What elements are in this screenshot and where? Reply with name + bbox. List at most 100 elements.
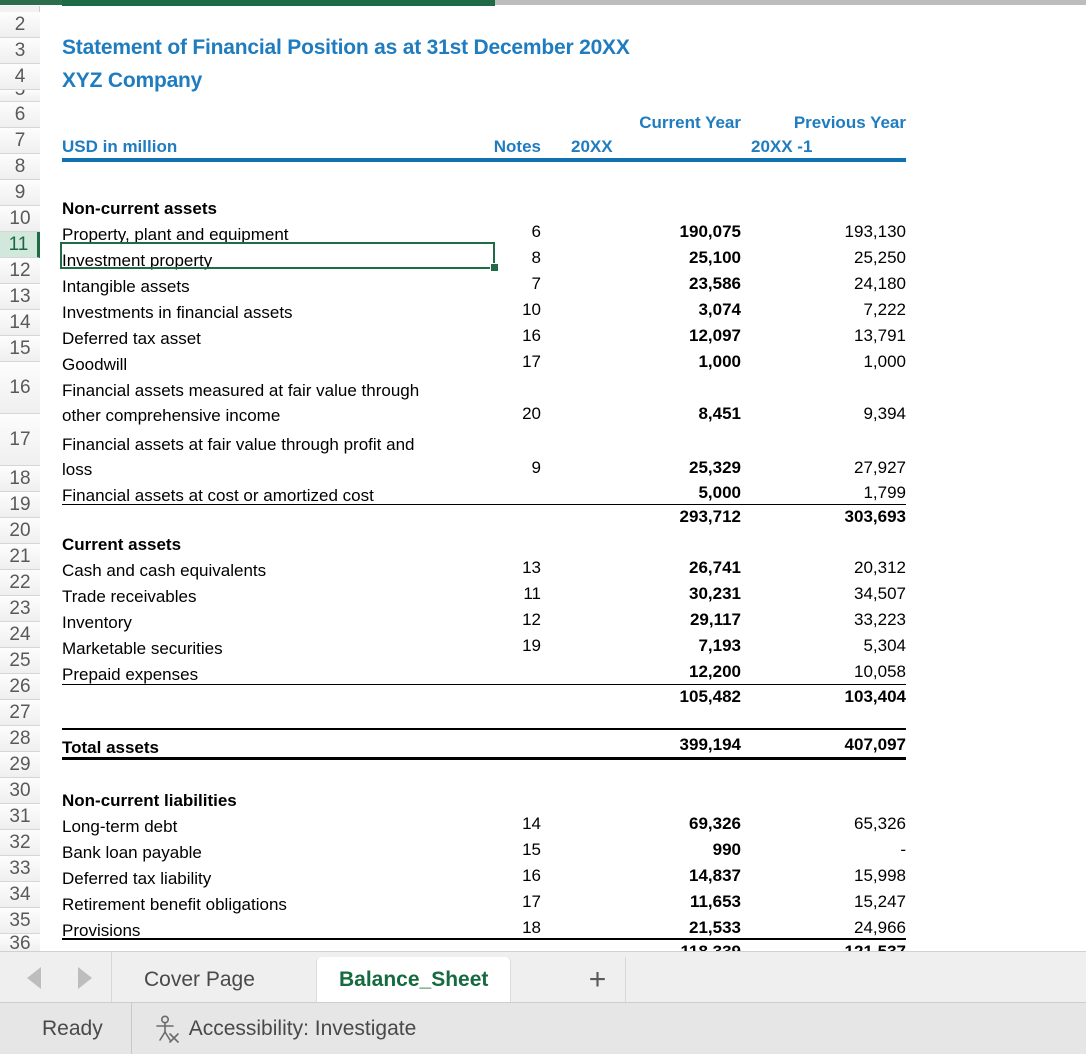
row-header-32[interactable]: 32 [0, 830, 40, 856]
row-label[interactable]: Bank loan payable [62, 840, 202, 865]
row-header-20[interactable]: 20 [0, 518, 40, 544]
row-note[interactable]: 15 [471, 840, 541, 860]
row-header-4[interactable]: 4 [0, 64, 40, 90]
row-current[interactable]: 30,231 [571, 584, 741, 604]
row-header-3[interactable]: 3 [0, 38, 40, 64]
row-header-35[interactable]: 35 [0, 908, 40, 934]
column-header-band[interactable] [495, 0, 1086, 5]
row-header-24[interactable]: 24 [0, 622, 40, 648]
row-current[interactable]: 3,074 [571, 300, 741, 320]
row-previous[interactable]: 9,394 [751, 404, 906, 424]
row-note[interactable]: 12 [471, 610, 541, 630]
row-header-8[interactable]: 8 [0, 154, 40, 180]
row-header-19[interactable]: 19 [0, 492, 40, 518]
row-header-27[interactable]: 27 [0, 700, 40, 726]
next-sheet-button[interactable] [68, 961, 102, 995]
row-current[interactable]: 25,100 [571, 248, 741, 268]
row-header-29[interactable]: 29 [0, 752, 40, 778]
row-previous[interactable]: 193,130 [751, 222, 906, 242]
row-previous[interactable]: - [751, 840, 906, 860]
row-current[interactable]: 12,097 [571, 326, 741, 346]
row-current[interactable]: 190,075 [571, 222, 741, 242]
row-previous[interactable]: 13,791 [751, 326, 906, 346]
row-note[interactable]: 18 [471, 918, 541, 938]
row-header-7[interactable]: 7 [0, 128, 40, 154]
row-current[interactable]: 8,451 [571, 404, 741, 424]
row-current[interactable]: 5,000 [571, 483, 741, 503]
row-current[interactable]: 14,837 [571, 866, 741, 886]
row-label[interactable]: Deferred tax liability [62, 866, 211, 891]
row-note[interactable]: 17 [471, 892, 541, 912]
row-header-17[interactable]: 17 [0, 414, 40, 466]
row-label[interactable]: Trade receivables [62, 584, 197, 609]
row-header-14[interactable]: 14 [0, 310, 40, 336]
row-current[interactable]: 1,000 [571, 352, 741, 372]
row-header-15[interactable]: 15 [0, 336, 40, 362]
row-current[interactable]: 69,326 [571, 814, 741, 834]
row-note[interactable]: 11 [471, 584, 541, 604]
row-previous[interactable]: 7,222 [751, 300, 906, 320]
sheet-tab-balance-sheet[interactable]: Balance_Sheet [316, 957, 511, 1003]
fill-handle[interactable] [490, 263, 499, 272]
row-previous[interactable]: 20,312 [751, 558, 906, 578]
row-current[interactable]: 990 [571, 840, 741, 860]
row-current[interactable]: 26,741 [571, 558, 741, 578]
row-label[interactable]: Financial assets measured at fair value … [62, 378, 419, 428]
row-previous[interactable]: 25,250 [751, 248, 906, 268]
row-note[interactable]: 9 [471, 458, 541, 478]
row-header-31[interactable]: 31 [0, 804, 40, 830]
row-header-12[interactable]: 12 [0, 258, 40, 284]
row-header-11[interactable]: 11 [0, 232, 40, 258]
subtotal-current[interactable]: 105,482 [571, 687, 741, 707]
row-note[interactable]: 16 [471, 866, 541, 886]
row-current[interactable]: 21,533 [571, 918, 741, 938]
row-current[interactable]: 11,653 [571, 892, 741, 912]
row-header-25[interactable]: 25 [0, 648, 40, 674]
subtotal-previous[interactable]: 103,404 [751, 687, 906, 707]
subtotal-previous[interactable]: 121,537 [751, 942, 906, 951]
row-note[interactable]: 20 [471, 404, 541, 424]
row-header-10[interactable]: 10 [0, 206, 40, 232]
row-label[interactable]: Investments in financial assets [62, 300, 293, 325]
row-header-2[interactable]: 2 [0, 12, 40, 38]
total-assets-current[interactable]: 399,194 [571, 735, 741, 755]
row-previous[interactable]: 24,180 [751, 274, 906, 294]
prev-sheet-button[interactable] [17, 961, 51, 995]
row-header-21[interactable]: 21 [0, 544, 40, 570]
row-label[interactable]: Goodwill [62, 352, 127, 377]
row-header-18[interactable]: 18 [0, 466, 40, 492]
row-header-23[interactable]: 23 [0, 596, 40, 622]
row-label[interactable]: Long-term debt [62, 814, 177, 839]
row-label[interactable]: Retirement benefit obligations [62, 892, 287, 917]
row-header-26[interactable]: 26 [0, 674, 40, 700]
row-current[interactable]: 7,193 [571, 636, 741, 656]
row-note[interactable]: 13 [471, 558, 541, 578]
row-label[interactable]: Deferred tax asset [62, 326, 201, 351]
row-label[interactable]: Intangible assets [62, 274, 190, 299]
row-header-30[interactable]: 30 [0, 778, 40, 804]
row-note[interactable]: 8 [471, 248, 541, 268]
row-current[interactable]: 29,117 [571, 610, 741, 630]
row-header-9[interactable]: 9 [0, 180, 40, 206]
row-previous[interactable]: 27,927 [751, 458, 906, 478]
row-label[interactable]: Marketable securities [62, 636, 223, 661]
row-previous[interactable]: 1,799 [751, 483, 906, 503]
row-header-28[interactable]: 28 [0, 726, 40, 752]
add-sheet-button[interactable]: + [570, 957, 626, 1003]
row-current[interactable]: 12,200 [571, 662, 741, 682]
row-previous[interactable]: 65,326 [751, 814, 906, 834]
row-note[interactable]: 16 [471, 326, 541, 346]
row-note[interactable]: 19 [471, 636, 541, 656]
subtotal-previous[interactable]: 303,693 [751, 507, 906, 527]
row-header-13[interactable]: 13 [0, 284, 40, 310]
row-previous[interactable]: 15,998 [751, 866, 906, 886]
row-note[interactable]: 6 [471, 222, 541, 242]
row-previous[interactable]: 5,304 [751, 636, 906, 656]
row-header-34[interactable]: 34 [0, 882, 40, 908]
row-previous[interactable]: 33,223 [751, 610, 906, 630]
subtotal-current[interactable]: 293,712 [571, 507, 741, 527]
row-label[interactable]: Financial assets at fair value through p… [62, 432, 414, 482]
row-header-22[interactable]: 22 [0, 570, 40, 596]
row-label[interactable]: Cash and cash equivalents [62, 558, 266, 583]
row-previous[interactable]: 10,058 [751, 662, 906, 682]
